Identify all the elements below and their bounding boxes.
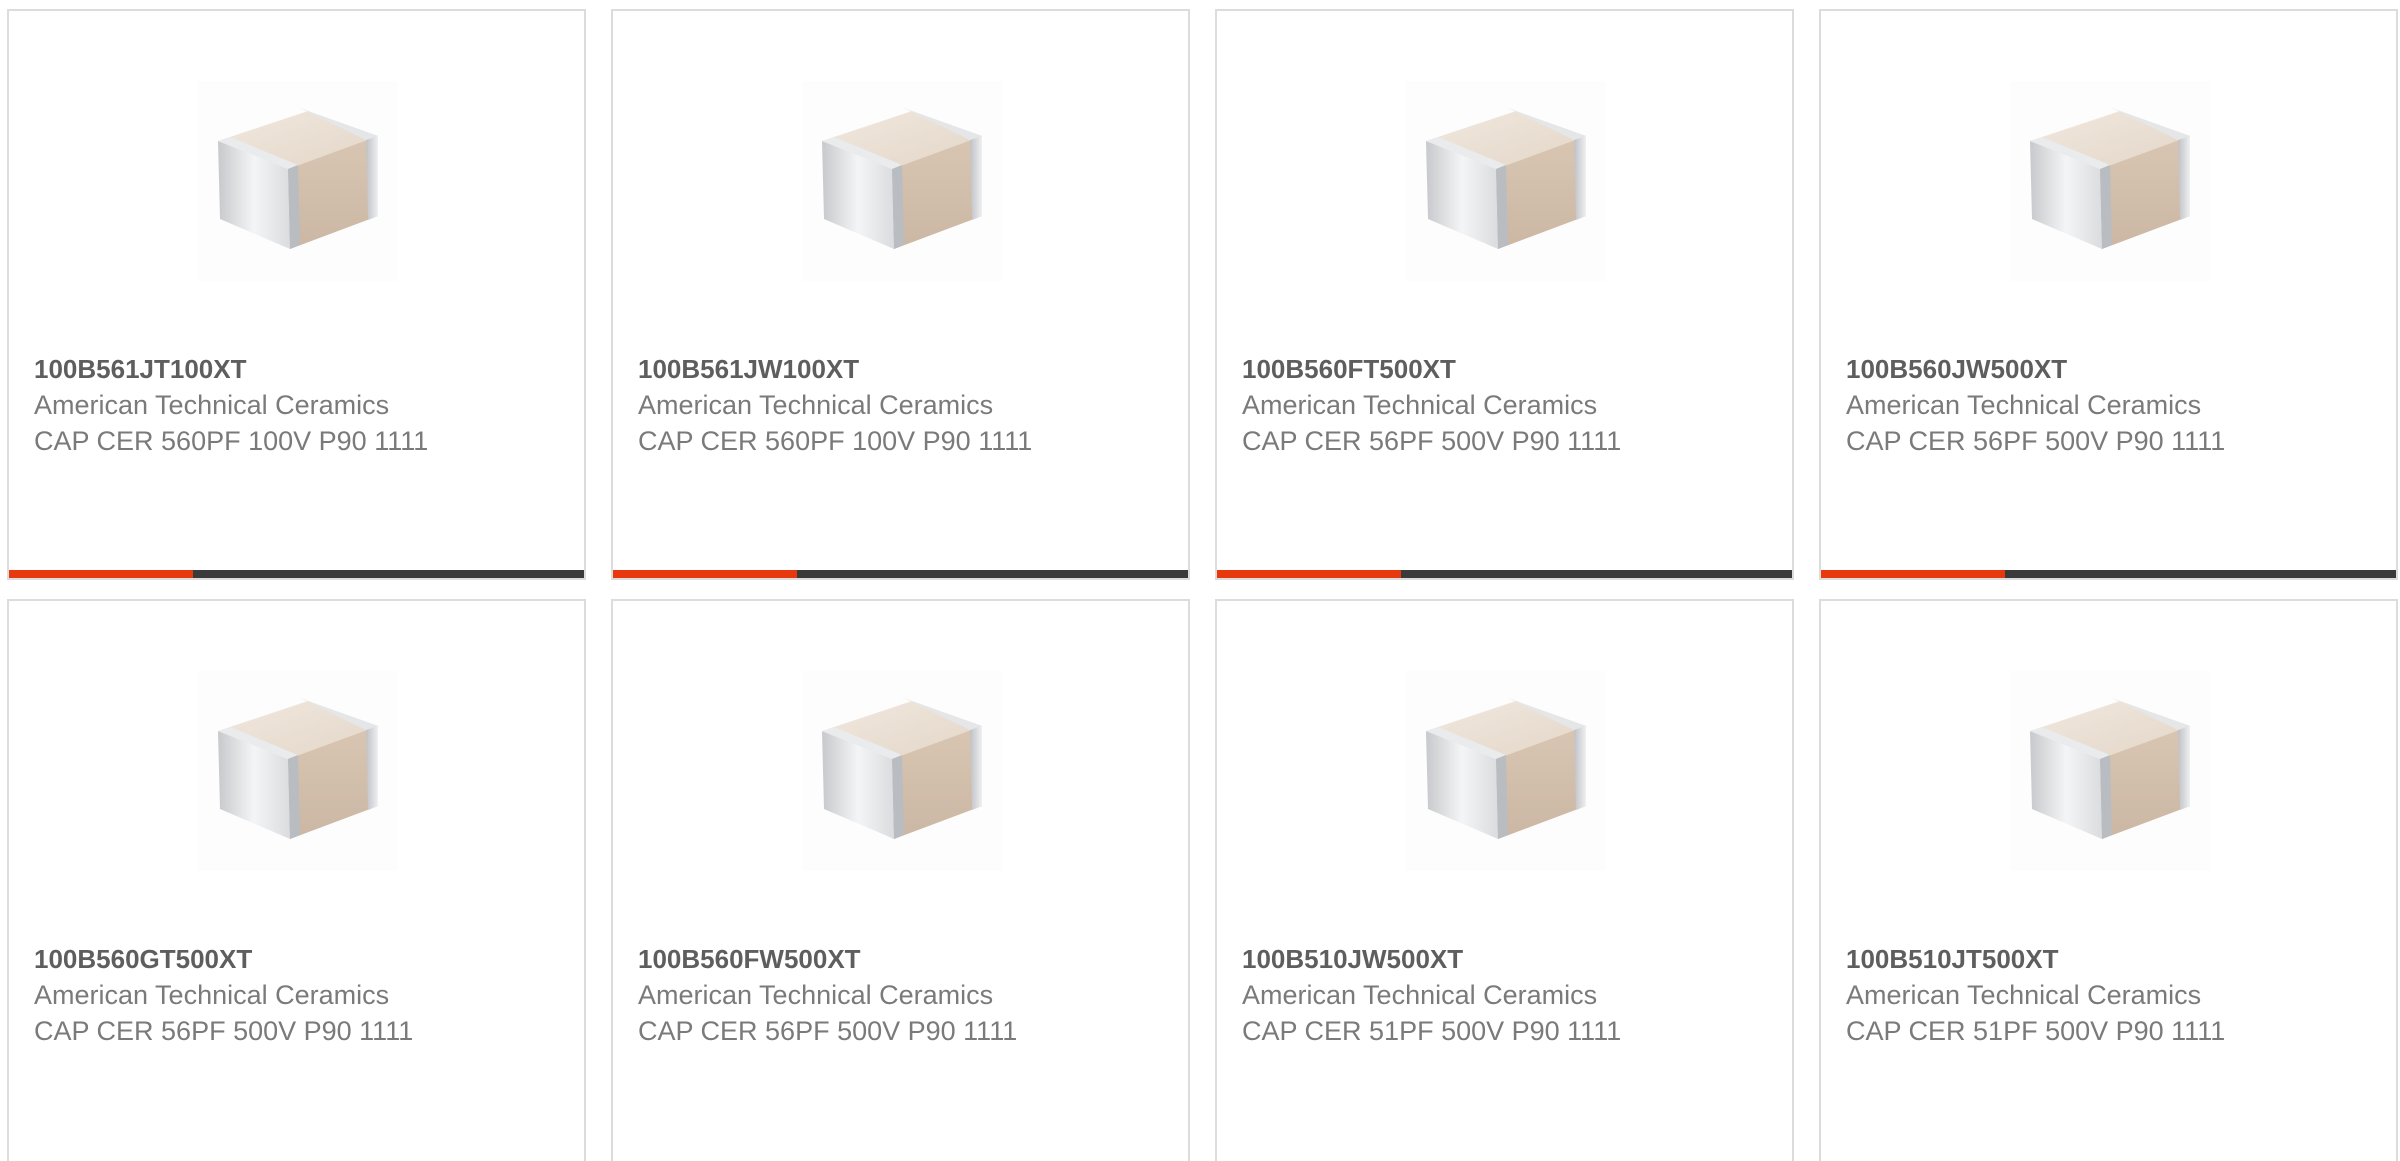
capacitor-chip-image bbox=[802, 81, 1002, 281]
progress-bar-fill bbox=[9, 570, 193, 578]
capacitor-chip-image bbox=[198, 81, 398, 281]
capacitor-chip-image bbox=[2010, 671, 2210, 871]
part-number[interactable]: 100B560FW500XT bbox=[638, 941, 1168, 977]
description: CAP CER 56PF 500V P90 1111 bbox=[1846, 426, 2226, 456]
description: CAP CER 560PF 100V P90 1111 bbox=[34, 426, 429, 456]
product-card[interactable]: 100B560FT500XT American Technical Cerami… bbox=[1215, 9, 1794, 580]
part-number[interactable]: 100B561JW100XT bbox=[638, 351, 1168, 387]
manufacturer: American Technical Ceramics bbox=[34, 980, 390, 1010]
product-card[interactable]: 100B510JW500XT American Technical Cerami… bbox=[1215, 599, 1794, 1161]
progress-bar bbox=[9, 570, 584, 578]
description: CAP CER 51PF 500V P90 1111 bbox=[1846, 1016, 2226, 1046]
part-number[interactable]: 100B560GT500XT bbox=[34, 941, 564, 977]
manufacturer: American Technical Ceramics bbox=[1242, 980, 1598, 1010]
part-number[interactable]: 100B510JT500XT bbox=[1846, 941, 2376, 977]
part-number[interactable]: 100B561JT100XT bbox=[34, 351, 564, 387]
product-card[interactable]: 100B561JT100XT American Technical Cerami… bbox=[7, 9, 586, 580]
progress-bar bbox=[1217, 570, 1792, 578]
progress-bar bbox=[1821, 570, 2396, 578]
part-number[interactable]: 100B560FT500XT bbox=[1242, 351, 1772, 387]
product-card[interactable]: 100B560GT500XT American Technical Cerami… bbox=[7, 599, 586, 1161]
capacitor-chip-image bbox=[1406, 81, 1606, 281]
manufacturer: American Technical Ceramics bbox=[34, 390, 390, 420]
description: CAP CER 56PF 500V P90 1111 bbox=[638, 1016, 1018, 1046]
progress-bar-fill bbox=[1217, 570, 1401, 578]
description: CAP CER 51PF 500V P90 1111 bbox=[1242, 1016, 1622, 1046]
manufacturer: American Technical Ceramics bbox=[638, 390, 994, 420]
manufacturer: American Technical Ceramics bbox=[638, 980, 994, 1010]
product-card[interactable]: 100B561JW100XT American Technical Cerami… bbox=[611, 9, 1190, 580]
product-card[interactable]: 100B510JT500XT American Technical Cerami… bbox=[1819, 599, 2398, 1161]
manufacturer: American Technical Ceramics bbox=[1846, 980, 2202, 1010]
capacitor-chip-image bbox=[2010, 81, 2210, 281]
part-number[interactable]: 100B510JW500XT bbox=[1242, 941, 1772, 977]
part-number[interactable]: 100B560JW500XT bbox=[1846, 351, 2376, 387]
manufacturer: American Technical Ceramics bbox=[1846, 390, 2202, 420]
progress-bar bbox=[613, 570, 1188, 578]
description: CAP CER 56PF 500V P90 1111 bbox=[34, 1016, 414, 1046]
progress-bar-fill bbox=[1821, 570, 2005, 578]
capacitor-chip-image bbox=[802, 671, 1002, 871]
description: CAP CER 56PF 500V P90 1111 bbox=[1242, 426, 1622, 456]
product-grid: 100B561JT100XT American Technical Cerami… bbox=[0, 0, 2400, 1161]
capacitor-chip-image bbox=[1406, 671, 1606, 871]
manufacturer: American Technical Ceramics bbox=[1242, 390, 1598, 420]
progress-bar-fill bbox=[613, 570, 797, 578]
product-card[interactable]: 100B560FW500XT American Technical Cerami… bbox=[611, 599, 1190, 1161]
description: CAP CER 560PF 100V P90 1111 bbox=[638, 426, 1033, 456]
capacitor-chip-image bbox=[198, 671, 398, 871]
product-card[interactable]: 100B560JW500XT American Technical Cerami… bbox=[1819, 9, 2398, 580]
